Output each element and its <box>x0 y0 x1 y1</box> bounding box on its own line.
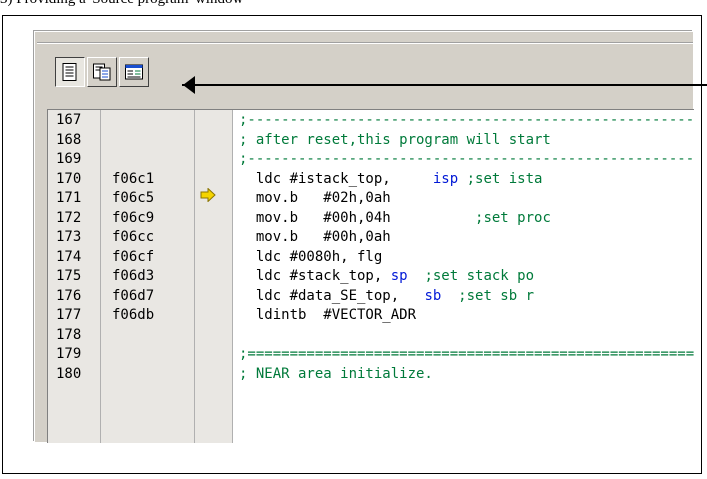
source-row[interactable]: 169 ;------------------------------------… <box>48 150 694 169</box>
source-program-window: 167 ;------------------------------------… <box>34 31 694 443</box>
source-code-text: ldc #istack_top, isp ;set ista <box>239 170 543 187</box>
source-row[interactable]: 171 f06c5 mov.b #02h,0ah <box>48 189 694 208</box>
code-address: f06d7 <box>112 287 155 304</box>
code-address: f06cf <box>112 248 155 265</box>
source-view-icon <box>62 63 77 81</box>
disassembly-view-icon <box>125 64 143 80</box>
code-address: f06c1 <box>112 170 155 187</box>
source-row[interactable]: 179 ;====================================… <box>48 345 694 364</box>
source-row[interactable]: 172 f06c9 mov.b #00h,04h ;set proc <box>48 209 694 228</box>
source-code-text: mov.b #00h,04h ;set proc <box>239 209 551 226</box>
figure-caption: 3) Providing a 'Source program' window <box>0 0 243 8</box>
line-number: 167 <box>56 112 82 128</box>
source-row[interactable]: 167 ;------------------------------------… <box>48 111 694 130</box>
disassembly-view-button[interactable] <box>119 57 149 87</box>
line-number: 175 <box>56 268 82 284</box>
line-number: 174 <box>56 248 82 265</box>
source-code-text: ldc #0080h, flg <box>239 248 383 265</box>
line-number: 178 <box>56 326 82 343</box>
source-code-text: ; after reset,this program will start <box>239 131 551 148</box>
code-address: f06c5 <box>112 190 155 206</box>
source-listing[interactable]: 167 ;------------------------------------… <box>47 109 694 443</box>
line-number: 169 <box>56 151 82 167</box>
source-view-button[interactable] <box>55 57 85 87</box>
source-code-text: ldc #data_SE_top, sb ;set sb r <box>239 287 535 304</box>
code-address: f06db <box>112 307 155 323</box>
line-number: 179 <box>56 346 82 362</box>
line-number: 176 <box>56 287 82 304</box>
source-row[interactable]: 173 f06cc mov.b #00h,0ah <box>48 228 694 247</box>
mixed-view-icon <box>93 63 111 81</box>
source-row[interactable]: 178 <box>48 326 694 345</box>
code-address: f06d3 <box>112 268 155 284</box>
view-toolbar <box>55 57 149 91</box>
source-code-text: ;---------------------------------------… <box>239 151 694 167</box>
source-code-text: ; NEAR area initialize. <box>239 365 433 382</box>
source-row[interactable]: 170 f06c1 ldc #istack_top, isp ;set ista <box>48 170 694 189</box>
line-number: 180 <box>56 365 82 382</box>
line-number: 170 <box>56 170 82 187</box>
source-code-text: mov.b #00h,0ah <box>239 229 391 245</box>
source-row[interactable]: 180 ; NEAR area initialize. <box>48 365 694 384</box>
line-number: 173 <box>56 229 82 245</box>
line-number: 171 <box>56 190 82 206</box>
line-number: 168 <box>56 131 82 148</box>
source-row[interactable]: 176 f06d7 ldc #data_SE_top, sb ;set sb r <box>48 287 694 306</box>
code-address: f06cc <box>112 229 155 245</box>
program-counter-arrow-icon <box>200 188 216 202</box>
callout-arrow-line <box>182 84 707 86</box>
toolbar-divider-highlight <box>37 43 693 44</box>
source-row[interactable]: 168 ; after reset,this program will start <box>48 131 694 150</box>
source-row[interactable]: 177 f06db ldintb #VECTOR_ADR <box>48 306 694 325</box>
line-number: 172 <box>56 209 82 226</box>
source-row[interactable]: 175 f06d3 ldc #stack_top, sp ;set stack p… <box>48 267 694 286</box>
code-address: f06c9 <box>112 209 155 226</box>
source-row[interactable]: 174 f06cf ldc #0080h, flg <box>48 248 694 267</box>
source-code-text: ;---------------------------------------… <box>239 112 694 128</box>
source-code-text: ldintb #VECTOR_ADR <box>239 307 417 323</box>
mixed-view-button[interactable] <box>87 57 117 87</box>
source-code-text: mov.b #02h,0ah <box>239 190 391 206</box>
source-code-text: ;=======================================… <box>239 346 694 362</box>
line-number: 177 <box>56 307 82 323</box>
source-code-text: ldc #stack_top, sp ;set stack po <box>239 268 535 284</box>
